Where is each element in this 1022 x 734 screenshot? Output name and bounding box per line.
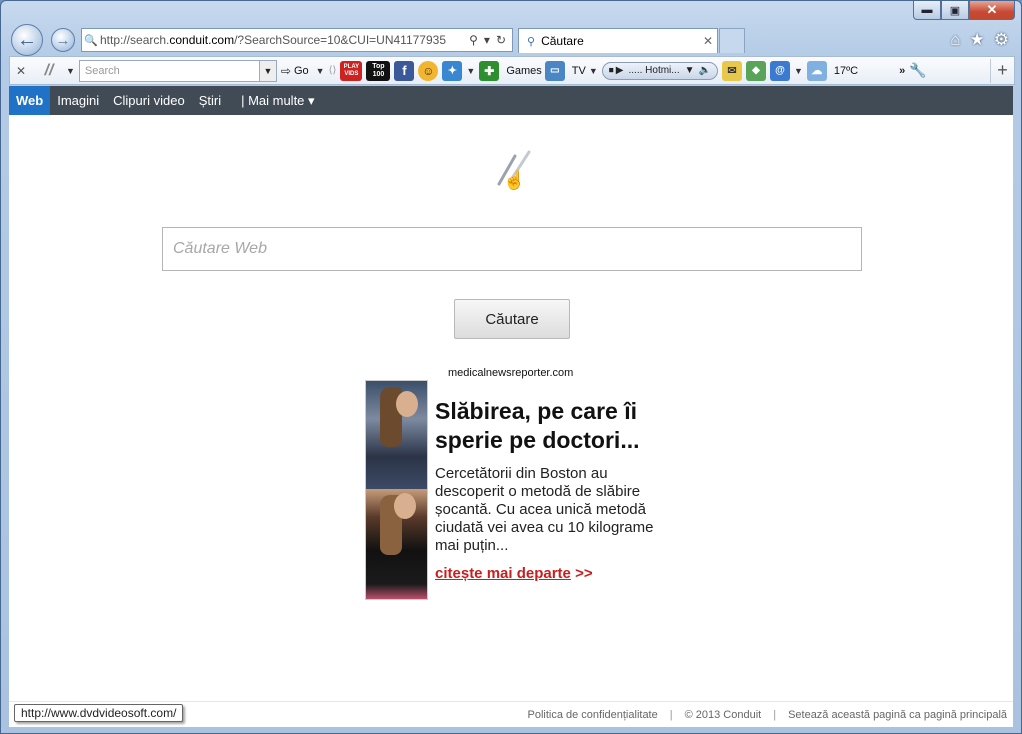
- puzzle-icon[interactable]: ✦: [442, 60, 463, 81]
- puzzle-dropdown-icon[interactable]: ▼: [466, 66, 475, 76]
- navigation-row: ← → 🔍 http://search.conduit.com/?SearchS…: [9, 23, 1015, 56]
- favorites-star-icon[interactable]: ★: [970, 30, 985, 50]
- browser-right-icons: ⌂ ★ ⚙: [950, 30, 1009, 50]
- radio-dropdown-icon[interactable]: ▼: [685, 65, 695, 76]
- dropdown-arrow-icon[interactable]: ▾: [484, 33, 490, 47]
- logo-dropdown-icon[interactable]: ▼: [66, 66, 75, 76]
- stop-icon[interactable]: ⏹: [609, 65, 614, 76]
- add-toolbar-button[interactable]: +: [990, 58, 1014, 83]
- status-url-tooltip: http://www.dvdvideosoft.com/: [14, 704, 184, 722]
- address-tools: ⚲ ▾ ↻: [463, 33, 512, 47]
- search-button[interactable]: Căutare: [454, 299, 570, 339]
- url-domain: conduit.com: [169, 33, 235, 47]
- search-icon[interactable]: ⚲: [469, 33, 478, 47]
- url-prefix: http://search.: [100, 33, 170, 47]
- ad-link-suffix: >>: [575, 565, 593, 582]
- browser-window: ▬ ▣ ✕ ← → 🔍 http://search.conduit.com/?S…: [0, 0, 1022, 734]
- search-category-nav: Web Imagini Clipuri video Știri | Mai mu…: [9, 86, 1013, 115]
- refresh-icon[interactable]: ↻: [496, 33, 506, 47]
- gadget-icon[interactable]: ◆: [745, 60, 766, 81]
- forward-arrow-icon: →: [55, 31, 71, 49]
- tab-search-icon: ⚲: [527, 35, 536, 48]
- ad-title[interactable]: Slăbirea, pe care îi sperie pe doctori..…: [435, 397, 675, 455]
- top100-button[interactable]: Top 100: [366, 60, 391, 81]
- web-search-input[interactable]: Căutare Web: [162, 227, 862, 271]
- tab-stiri[interactable]: Știri: [192, 86, 228, 115]
- ad-photo-before: [366, 381, 427, 489]
- go-label: Go: [293, 64, 309, 77]
- settings-gear-icon[interactable]: ⚙: [994, 30, 1009, 50]
- page-content: ☝ Căutare Web Căutare medicalnewsreporte…: [9, 115, 1013, 727]
- caption-buttons: ▬ ▣ ✕: [913, 1, 1015, 21]
- radio-player[interactable]: ⏹ ▶ ..... Hotmi... ▼ 🔈: [601, 61, 718, 80]
- chevron-down-icon[interactable]: ▼: [258, 60, 276, 81]
- maximize-button[interactable]: ▣: [941, 1, 969, 20]
- facebook-icon[interactable]: f: [394, 60, 415, 81]
- new-tab-button[interactable]: [719, 28, 745, 53]
- home-icon[interactable]: ⌂: [950, 30, 960, 50]
- tab-close-icon[interactable]: ✕: [699, 34, 717, 48]
- search-placeholder: Căutare Web: [173, 240, 267, 257]
- chat-bubble-icon[interactable]: ✉: [721, 60, 742, 81]
- weather-cloud-icon[interactable]: ☁: [806, 60, 827, 81]
- hand-cursor-icon: ☝: [503, 170, 526, 190]
- tab-web[interactable]: Web: [9, 86, 51, 115]
- wrench-icon[interactable]: 🔧: [909, 62, 926, 79]
- go-arrow-icon: ⇨: [280, 63, 291, 78]
- privacy-link[interactable]: Politica de confidențialitate: [527, 709, 657, 721]
- face-shape: [394, 493, 416, 519]
- tv-icon[interactable]: ▭: [544, 60, 565, 81]
- close-button[interactable]: ✕: [969, 1, 1015, 20]
- ad-link-text: citește mai departe: [435, 565, 571, 582]
- copyright-text: © 2013 Conduit: [684, 708, 762, 721]
- close-toolbar-icon[interactable]: ✕: [10, 64, 32, 78]
- footer-separator: |: [773, 708, 777, 721]
- tab-cautare[interactable]: ⚲ Căutare ✕: [518, 28, 718, 53]
- page-search-icon: 🔍: [84, 34, 98, 47]
- toolbar-logo-icon[interactable]: //: [36, 62, 62, 80]
- url-suffix: /?SearchSource=10&CUI=UN41177935: [234, 33, 446, 47]
- minimize-button[interactable]: ▬: [913, 1, 941, 20]
- go-button[interactable]: ⇨ Go: [281, 64, 312, 78]
- email-dropdown-icon[interactable]: ▼: [794, 66, 803, 76]
- forward-button[interactable]: →: [51, 28, 75, 52]
- ad-body: Cercetătorii din Boston au descoperit o …: [435, 465, 654, 554]
- back-arrow-icon: ←: [17, 28, 37, 51]
- footer-separator: |: [669, 708, 673, 721]
- conduit-toolbar: ✕ // ▼ Search ▼ ⇨ Go ▼ ⟨⟩ PLAY VIDS Top …: [9, 56, 1015, 85]
- weather-label[interactable]: 17ºC: [834, 65, 858, 77]
- go-dropdown-icon[interactable]: ▼: [316, 66, 325, 76]
- games-gamepad-icon[interactable]: ✚: [479, 60, 500, 81]
- tv-label[interactable]: TV: [572, 65, 586, 77]
- toolbar-search-input[interactable]: Search ▼: [78, 59, 277, 82]
- toolbar-search-placeholder: Search: [84, 64, 120, 77]
- email-icon[interactable]: @: [769, 60, 790, 81]
- games-label[interactable]: Games: [506, 65, 541, 77]
- set-homepage-link[interactable]: Setează această pagină ca pagină princip…: [788, 709, 1007, 721]
- smiley-icon[interactable]: ☺: [418, 60, 439, 81]
- ad-image[interactable]: [365, 380, 428, 600]
- volume-icon[interactable]: 🔈: [699, 65, 711, 76]
- tab-imagini[interactable]: Imagini: [50, 86, 106, 115]
- back-button[interactable]: ←: [11, 24, 43, 56]
- tab-title: Căutare: [541, 34, 584, 48]
- tab-clipuri-video[interactable]: Clipuri video: [106, 86, 192, 115]
- ad-photo-after: [366, 489, 427, 599]
- overflow-chevron-icon[interactable]: »: [899, 65, 905, 77]
- tab-mai-multe[interactable]: | Mai multe ▾: [234, 86, 321, 115]
- radio-station-label: ..... Hotmi...: [628, 65, 680, 76]
- play-icon[interactable]: ▶: [616, 65, 624, 76]
- separator-icon: ⟨⟩: [328, 65, 337, 76]
- face-shape: [396, 391, 418, 417]
- play-vids-button[interactable]: PLAY VIDS: [340, 60, 363, 81]
- tv-dropdown-icon[interactable]: ▼: [589, 66, 598, 76]
- address-url[interactable]: http://search.conduit.com/?SearchSource=…: [100, 33, 463, 47]
- address-bar[interactable]: 🔍 http://search.conduit.com/?SearchSourc…: [81, 28, 513, 52]
- ad-read-more-link[interactable]: citește mai departe >>: [435, 565, 593, 582]
- ad-domain[interactable]: medicalnewsreporter.com: [448, 367, 573, 379]
